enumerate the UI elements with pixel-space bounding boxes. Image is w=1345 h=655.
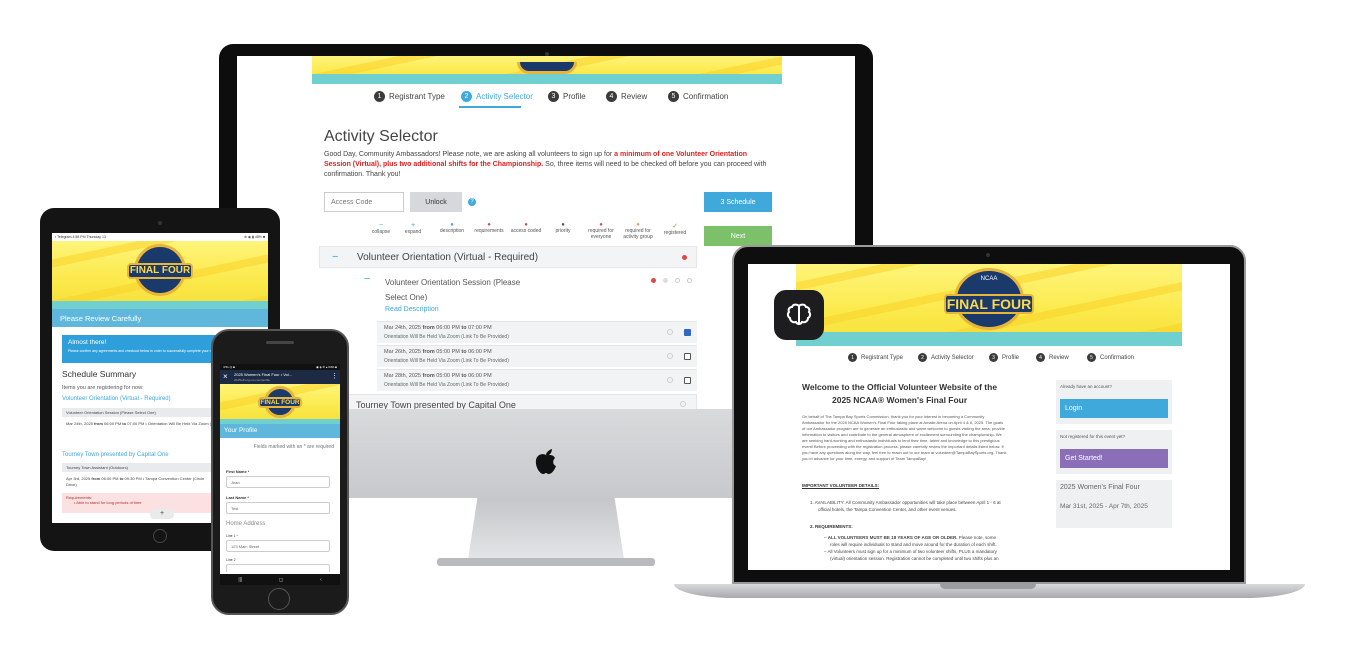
page-title: Activity Selector <box>324 128 438 145</box>
get-started-button[interactable]: Get Started! <box>1060 449 1168 468</box>
step-review[interactable]: 4 Review <box>1036 353 1069 362</box>
access-code-input[interactable] <box>324 192 404 212</box>
shift-checkbox[interactable] <box>684 353 691 360</box>
step-activity-selector[interactable]: 2 Activity Selector <box>918 353 974 362</box>
shift-row[interactable]: Mar 28th, 2025 from 05:00 PM to 06:00 PM… <box>377 369 697 391</box>
close-icon[interactable]: × <box>223 372 228 381</box>
monitor-banner <box>312 56 782 84</box>
group-link[interactable]: Volunteer Orientation (Virtual - Require… <box>62 396 171 402</box>
details-heading: IMPORTANT VOLUNTEER DETAILS: <box>802 483 880 488</box>
session-block: − Volunteer Orientation Session (Please S… <box>347 269 697 323</box>
help-icon[interactable]: ? <box>468 198 476 206</box>
phone-home-button[interactable] <box>268 588 290 610</box>
apple-logo-icon <box>533 446 559 476</box>
summary-title: Schedule Summary <box>62 369 137 379</box>
laptop-camera <box>986 253 990 257</box>
step-profile[interactable]: 3 Profile <box>548 91 586 102</box>
tablet-camera <box>158 221 162 225</box>
step-review[interactable]: 4 Review <box>606 91 647 102</box>
recents-icon[interactable]: ||| <box>238 577 242 583</box>
phone-banner: FINAL FOUR <box>220 384 340 424</box>
read-description-link[interactable]: Read Description <box>385 306 439 313</box>
menu-icon[interactable]: ⋮ <box>331 372 338 380</box>
step-registrant-type[interactable]: 1 Registrant Type <box>374 91 445 102</box>
session-collapse-toggle[interactable]: − <box>364 273 370 285</box>
tablet-status-bar: ▪ Telegram 4:58 PM Thursday 13 ⊕ ◉ ▮ 48%… <box>52 233 268 241</box>
step-active-underline <box>459 106 521 108</box>
final-four-logo: FINAL FOUR <box>258 397 302 408</box>
group-orientation[interactable]: − Volunteer Orientation (Virtual - Requi… <box>319 246 697 268</box>
required-everyone-icon <box>651 278 656 283</box>
imac-stand-base <box>437 558 655 566</box>
required-everyone-icon <box>682 255 687 260</box>
first-name-field[interactable]: Jean <box>226 476 330 488</box>
group-collapse-toggle[interactable]: − <box>332 251 338 263</box>
profile-heading: Your Profile <box>220 424 340 438</box>
brain-icon <box>786 303 812 326</box>
requirements-icon <box>687 278 692 283</box>
add-button[interactable]: + <box>150 509 174 519</box>
register-panel: Not registered for this event yet? Get S… <box>1056 430 1172 474</box>
shift-row[interactable]: Mar 24th, 2025 from 06:00 PM to 07:00 PM… <box>377 321 697 343</box>
welcome-heading: Welcome to the Official Volunteer Websit… <box>802 382 998 405</box>
back-icon[interactable]: ‹ <box>320 577 322 583</box>
collapse-icon: − <box>378 222 384 229</box>
description-icon <box>680 401 686 407</box>
address-line2-field[interactable] <box>226 564 330 572</box>
home-icon[interactable]: ◻ <box>279 577 283 583</box>
event-panel: 2025 Women's Final Four Mar 31st, 2025 -… <box>1056 480 1172 528</box>
step-confirmation[interactable]: 5 Confirmation <box>1087 353 1134 362</box>
group-tourney-town[interactable]: Tourney Town presented by Capital One <box>347 394 697 409</box>
session-title: Volunteer Orientation Session (Please Sel… <box>385 278 521 302</box>
shift-row[interactable]: Mar 26th, 2025 from 05:00 PM to 06:00 PM… <box>377 345 697 367</box>
shift-checkbox[interactable] <box>684 329 691 336</box>
login-button[interactable]: Login <box>1060 399 1168 418</box>
step-registrant-type[interactable]: 1 Registrant Type <box>848 353 903 362</box>
welcome-body: On behalf of The Tampa Bay Sports Commis… <box>802 414 1007 461</box>
address-line1-field[interactable]: 123 Main Street <box>226 540 330 552</box>
next-button[interactable]: Next <box>704 226 772 246</box>
laptop-screen: NCAA FINAL FOUR 1 Registrant Type 2 Activi… <box>748 264 1230 570</box>
schedule-button[interactable]: 3 Schedule <box>704 192 772 212</box>
tablet-banner: NCAA FINAL FOUR <box>52 241 268 309</box>
app-tile <box>774 290 824 340</box>
phone-screen: 4:51 ◎ ■ ◉ ◈ ✆ ▴ 64% ■ × 2025 Women's Fi… <box>220 364 340 585</box>
last-name-field[interactable]: Test <box>226 502 330 514</box>
final-four-logo: FINAL FOUR <box>127 263 193 279</box>
info-icon <box>667 377 673 383</box>
description-icon <box>675 278 680 283</box>
final-four-logo: FINAL FOUR <box>944 294 1034 314</box>
info-icon <box>667 329 673 335</box>
unlock-button[interactable]: Unlock <box>410 192 462 212</box>
laptop-banner: NCAA FINAL FOUR <box>796 264 1182 346</box>
group-link[interactable]: Tourney Town presented by Capital One <box>62 452 169 458</box>
group-title: Volunteer Orientation (Virtual - Require… <box>357 252 539 263</box>
browser-bar: × 2025 Women's Final Four • Vol... 2025w… <box>220 370 340 384</box>
tablet-home-button[interactable] <box>153 529 167 543</box>
intro-text: Good Day, Community Ambassadors! Please … <box>324 151 767 178</box>
phone-speaker <box>266 341 294 344</box>
laptop-notch <box>940 584 1036 589</box>
step-confirmation[interactable]: 5 Confirmation <box>668 91 728 102</box>
page-heading: Please Review Carefully <box>52 309 268 327</box>
info-icon <box>667 353 673 359</box>
expand-icon: + <box>410 222 416 229</box>
imac-stand <box>468 498 624 560</box>
shift-checkbox[interactable] <box>684 377 691 384</box>
android-nav-bar: ||| ◻ ‹ <box>220 574 340 585</box>
registered-icon: ✓ <box>672 223 678 230</box>
priority-icon <box>663 278 668 283</box>
step-activity-selector[interactable]: 2 Activity Selector <box>461 91 533 102</box>
step-profile[interactable]: 3 Profile <box>989 353 1019 362</box>
login-panel: Already have an account? Login <box>1056 380 1172 424</box>
